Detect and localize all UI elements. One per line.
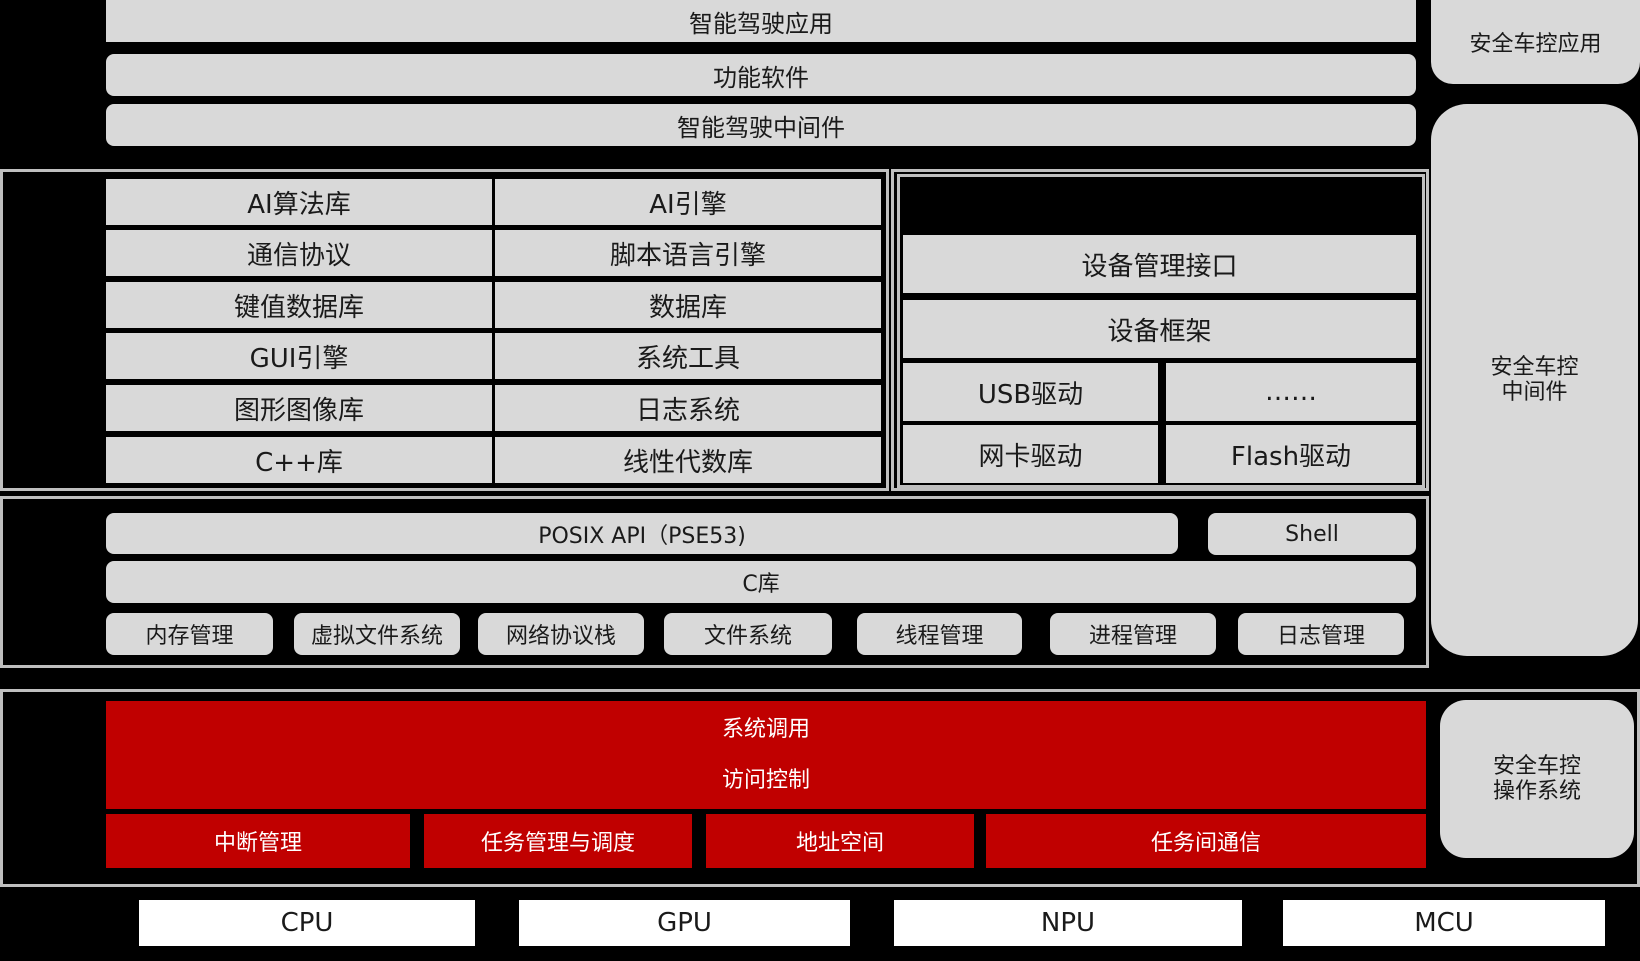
c-library: C库 <box>106 561 1416 603</box>
safety-os-line-2: 操作系统 <box>1492 779 1581 804</box>
hardware-unit-label: NPU <box>1040 908 1096 938</box>
os-module: 网络协议栈 <box>478 613 644 655</box>
hardware-unit: NPU <box>894 900 1242 946</box>
safety-os-line-1: 安全车控 <box>1492 753 1581 779</box>
hardware-unit-label: CPU <box>280 908 334 938</box>
kernel-module-label: 任务间通信 <box>1150 831 1261 856</box>
kernel-module-label: 中断管理 <box>213 831 302 856</box>
hardware-unit: CPU <box>139 900 475 946</box>
library-cell-label: 脚本语言引擎 <box>609 240 766 271</box>
library-cell-label: 键值数据库 <box>233 292 364 323</box>
safety-vehicle-control-os: 安全车控 操作系统 <box>1440 700 1634 858</box>
library-cell: 线性代数库 <box>495 437 881 483</box>
library-cell-label: 通信协议 <box>246 240 351 271</box>
flash-driver: Flash驱动 <box>1166 425 1416 483</box>
library-cell-label: 数据库 <box>648 292 727 323</box>
device-label: 设备框架 <box>1107 316 1212 347</box>
clib-label: C库 <box>742 572 780 597</box>
library-cell: 图形图像库 <box>106 385 492 431</box>
layer-label: 智能驾驶应用 <box>689 9 833 38</box>
shell: Shell <box>1208 513 1416 555</box>
os-module-label: 文件系统 <box>703 624 792 649</box>
library-cell: 系统工具 <box>495 333 881 379</box>
library-cell-label: 图形图像库 <box>233 395 364 426</box>
driver-label: …… <box>1265 377 1317 407</box>
library-cell: GUI引擎 <box>106 333 492 379</box>
os-module: 进程管理 <box>1050 613 1216 655</box>
safety-middleware-line-1: 安全车控 <box>1490 354 1579 380</box>
library-cell-label: 线性代数库 <box>622 447 753 478</box>
access-control-label: 访问控制 <box>721 768 810 793</box>
device-label: 设备管理接口 <box>1081 251 1238 282</box>
posix-label: POSIX API（PSE53) <box>538 523 746 549</box>
os-module: 线程管理 <box>857 613 1022 655</box>
kernel-module: 任务管理与调度 <box>424 814 692 868</box>
os-module-label: 进程管理 <box>1088 624 1177 649</box>
functional-software-layer: 功能软件 <box>106 54 1416 96</box>
kernel-module-label: 地址空间 <box>795 831 884 856</box>
library-cell-label: AI算法库 <box>247 189 351 220</box>
device-management-interface: 设备管理接口 <box>903 235 1416 293</box>
autonomous-driving-app-layer: 智能驾驶应用 <box>106 0 1416 42</box>
library-cell-label: AI引擎 <box>649 189 727 220</box>
safety-vehicle-control-app: 安全车控应用 <box>1431 0 1640 84</box>
os-module: 内存管理 <box>106 613 273 655</box>
driver-label: USB驱动 <box>977 379 1084 410</box>
os-module: 文件系统 <box>664 613 832 655</box>
system-call-label: 系统调用 <box>721 716 810 742</box>
library-cell: AI引擎 <box>495 179 881 225</box>
library-cell: AI算法库 <box>106 179 492 225</box>
layer-label: 智能驾驶中间件 <box>677 113 845 142</box>
posix-api: POSIX API（PSE53) <box>106 513 1178 554</box>
library-cell-label: 日志系统 <box>635 395 740 426</box>
library-cell: 键值数据库 <box>106 282 492 328</box>
library-cell: 通信协议 <box>106 230 492 276</box>
os-module: 虚拟文件系统 <box>294 613 460 655</box>
os-module-label: 线程管理 <box>895 624 984 649</box>
kernel-core: 系统调用 访问控制 <box>106 701 1426 809</box>
kernel-module: 中断管理 <box>106 814 410 868</box>
other-drivers: …… <box>1166 363 1416 421</box>
hardware-unit-label: MCU <box>1414 908 1474 938</box>
library-cell: 数据库 <box>495 282 881 328</box>
os-module-label: 日志管理 <box>1276 624 1365 649</box>
library-cell: C++库 <box>106 437 492 483</box>
safety-vehicle-control-middleware: 安全车控 中间件 <box>1431 104 1638 656</box>
safety-app-label: 安全车控应用 <box>1469 32 1602 57</box>
library-cell-label: 系统工具 <box>635 343 740 374</box>
os-module-label: 网络协议栈 <box>505 624 616 649</box>
shell-label: Shell <box>1285 521 1339 547</box>
kernel-module: 地址空间 <box>706 814 974 868</box>
os-module: 日志管理 <box>1238 613 1404 655</box>
library-cell-label: C++库 <box>255 447 343 478</box>
hardware-unit-label: GPU <box>657 908 712 938</box>
driver-label: Flash驱动 <box>1230 441 1352 472</box>
library-cell: 脚本语言引擎 <box>495 230 881 276</box>
usb-driver: USB驱动 <box>903 363 1158 421</box>
kernel-module: 任务间通信 <box>986 814 1426 868</box>
layer-label: 功能软件 <box>713 63 809 92</box>
hardware-unit: MCU <box>1283 900 1605 946</box>
driver-label: 网卡驱动 <box>978 441 1083 472</box>
library-cell-label: GUI引擎 <box>249 343 349 374</box>
device-framework: 设备框架 <box>903 300 1416 358</box>
os-module-label: 内存管理 <box>145 624 234 649</box>
autonomous-driving-middleware-layer: 智能驾驶中间件 <box>106 104 1416 146</box>
safety-middleware-line-2: 中间件 <box>1501 380 1568 405</box>
kernel-module-label: 任务管理与调度 <box>480 831 635 856</box>
nic-driver: 网卡驱动 <box>903 425 1158 483</box>
os-module-label: 虚拟文件系统 <box>310 624 443 649</box>
hardware-unit: GPU <box>519 900 850 946</box>
library-cell: 日志系统 <box>495 385 881 431</box>
